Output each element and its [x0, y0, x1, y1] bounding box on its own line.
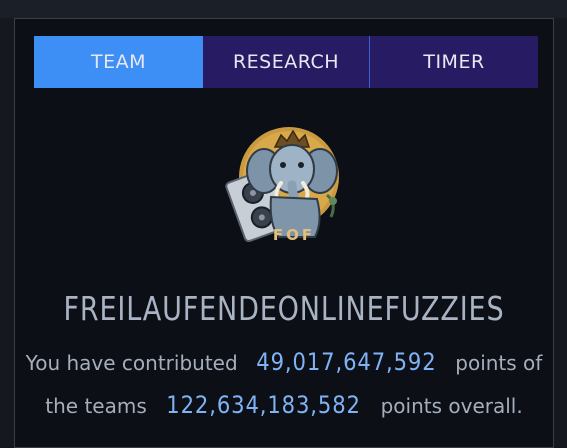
stats-line-2: the teams 122,634,183,582 points overall… [15, 384, 553, 427]
tab-bar: TEAM RESEARCH TIMER [34, 36, 538, 88]
stats-suffix-1: points of [455, 351, 543, 375]
contributed-points: 49,017,647,592 [256, 348, 437, 376]
logo-text: FOF [273, 226, 315, 244]
tab-team[interactable]: TEAM [34, 36, 203, 88]
team-logo: FOF [219, 125, 351, 245]
team-name: FREILAUFENDEONLINEFUZZIES [63, 289, 505, 328]
tab-timer[interactable]: TIMER [370, 36, 538, 88]
stats-prefix-1: You have contributed [25, 351, 238, 375]
top-strip [0, 0, 567, 18]
team-stats: You have contributed 49,017,647,592 poin… [15, 341, 553, 427]
team-panel: TEAM RESEARCH TIMER FOF FREILAUFENDEONLI… [14, 18, 554, 448]
team-points: 122,634,183,582 [166, 391, 361, 419]
stats-line-1: You have contributed 49,017,647,592 poin… [15, 341, 553, 384]
stats-suffix-2: points overall. [380, 394, 523, 418]
stats-prefix-2: the teams [45, 394, 147, 418]
tab-research[interactable]: RESEARCH [203, 36, 370, 88]
elephant-logo-icon: FOF [225, 127, 339, 244]
